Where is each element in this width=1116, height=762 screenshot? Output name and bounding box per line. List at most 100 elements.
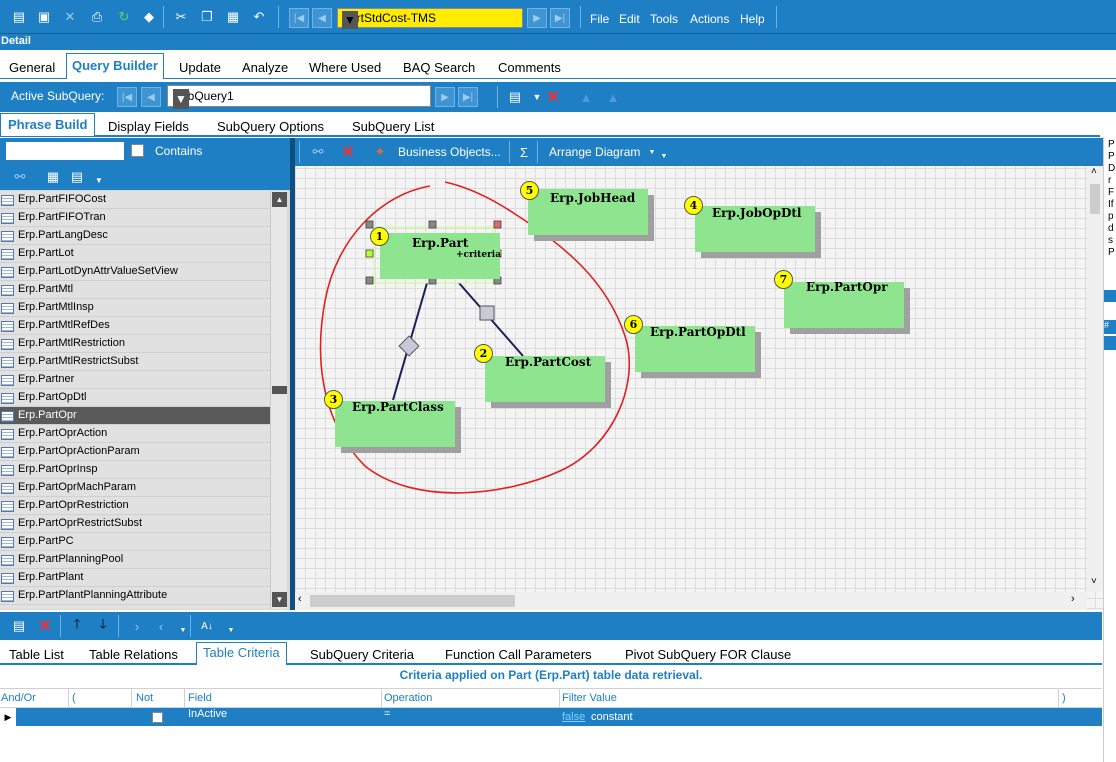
delete-criteria-icon[interactable]: ✕ bbox=[36, 617, 54, 635]
list-item[interactable]: Erp.Partner bbox=[0, 371, 270, 389]
list-item[interactable]: Erp.PartPlant bbox=[0, 569, 270, 587]
list-item[interactable]: Erp.PartOprInsp bbox=[0, 461, 270, 479]
list-item[interactable]: Erp.PartLot bbox=[0, 245, 270, 263]
tab-subquery-options[interactable]: SubQuery Options bbox=[217, 119, 324, 134]
criteria-field[interactable]: InActive bbox=[188, 708, 227, 720]
arrow-up-icon[interactable]: 🡑 bbox=[68, 616, 86, 635]
table-icon[interactable]: ▦ bbox=[44, 168, 62, 186]
criteria-value-type[interactable]: constant bbox=[591, 711, 633, 723]
scroll-thumb[interactable] bbox=[1090, 184, 1100, 214]
indent-right-icon[interactable]: › bbox=[128, 617, 146, 635]
col-field[interactable]: Field bbox=[188, 692, 212, 704]
scroll-up-icon[interactable]: ˄ bbox=[1091, 166, 1097, 177]
list-item[interactable]: Erp.PartOpr bbox=[0, 407, 270, 425]
next-record-icon[interactable]: ▶ bbox=[527, 8, 547, 28]
chevron-down-icon[interactable]: ▼ bbox=[90, 171, 108, 189]
arrange-diagram-button[interactable]: Arrange Diagram bbox=[549, 145, 640, 159]
tab-table-list[interactable]: Table List bbox=[9, 647, 64, 662]
col-close-paren[interactable]: ) bbox=[1062, 692, 1066, 704]
query-selector[interactable]: PartStdCost-TMS ▼ bbox=[337, 8, 523, 29]
join-diamond[interactable] bbox=[479, 305, 495, 321]
tab-subquery-criteria[interactable]: SubQuery Criteria bbox=[310, 647, 414, 662]
menu-actions[interactable]: Actions bbox=[690, 12, 729, 26]
menu-edit[interactable]: Edit bbox=[619, 12, 640, 26]
first-record-icon[interactable]: |◀ bbox=[289, 8, 309, 28]
indent-left-icon[interactable]: ‹ bbox=[152, 617, 170, 635]
prev-record-icon[interactable]: ◀ bbox=[312, 8, 332, 28]
list-item[interactable]: Erp.PartOprMachParam bbox=[0, 479, 270, 497]
new-criteria-icon[interactable]: ▤ bbox=[10, 617, 28, 635]
print-icon[interactable]: ⎙ bbox=[88, 8, 106, 26]
undo-icon[interactable]: ↶ bbox=[250, 8, 268, 26]
criteria-operation[interactable]: = bbox=[384, 708, 390, 720]
table-list-scrollbar[interactable]: ▲ ▼ bbox=[270, 191, 287, 609]
contains-checkbox[interactable] bbox=[131, 144, 144, 157]
scroll-down-icon[interactable]: ˅ bbox=[1091, 576, 1097, 587]
new-icon[interactable]: ▤ bbox=[10, 8, 28, 26]
copy-icon[interactable]: ❐ bbox=[198, 8, 216, 26]
tab-query-builder[interactable]: Query Builder bbox=[66, 53, 164, 79]
criteria-value-link[interactable]: false bbox=[562, 711, 585, 723]
table-row[interactable]: ▶ InActive = false constant bbox=[0, 708, 1102, 726]
scroll-thumb[interactable] bbox=[272, 386, 287, 394]
subquery-selector[interactable]: SubQuery1 ▼ bbox=[167, 85, 431, 109]
new-subquery-icon[interactable]: ▤ bbox=[506, 88, 524, 106]
menu-tools[interactable]: Tools bbox=[650, 12, 678, 26]
join-diamond[interactable] bbox=[398, 335, 420, 357]
tab-subquery-list[interactable]: SubQuery List bbox=[352, 119, 434, 134]
list-item[interactable]: Erp.PartOprRestriction bbox=[0, 497, 270, 515]
save-icon[interactable]: ▣ bbox=[35, 8, 53, 26]
sum-button[interactable]: Σ bbox=[520, 145, 528, 160]
col-open-paren[interactable]: ( bbox=[72, 692, 76, 704]
list-item[interactable]: Erp.PartOprRestrictSubst bbox=[0, 515, 270, 533]
move-down-icon[interactable]: ▲ bbox=[604, 88, 622, 106]
tab-update[interactable]: Update bbox=[179, 60, 221, 75]
list-item[interactable]: Erp.PartLangDesc bbox=[0, 227, 270, 245]
last-record-icon[interactable]: ▶| bbox=[550, 8, 570, 28]
tab-phrase-build[interactable]: Phrase Build bbox=[0, 113, 96, 136]
menu-file[interactable]: File bbox=[590, 12, 609, 26]
list-item[interactable]: Erp.PartMtl bbox=[0, 281, 270, 299]
menu-help[interactable]: Help bbox=[740, 12, 765, 26]
tab-general[interactable]: General bbox=[9, 60, 55, 75]
list-item[interactable]: Erp.PartPlanningPool bbox=[0, 551, 270, 569]
delete-icon[interactable]: ✕ bbox=[61, 8, 79, 26]
prev-subquery-icon[interactable]: ◀ bbox=[141, 87, 161, 107]
tab-baq-search[interactable]: BAQ Search bbox=[403, 60, 475, 75]
scroll-down-icon[interactable]: ▼ bbox=[272, 592, 287, 607]
tab-where-used[interactable]: Where Used bbox=[309, 60, 381, 75]
list-item[interactable]: Erp.PartMtlInsp bbox=[0, 299, 270, 317]
list-item[interactable]: Erp.PartFIFOCost bbox=[0, 191, 270, 209]
diagram-horizontal-scrollbar[interactable]: ‹ › bbox=[295, 592, 1087, 610]
list-item[interactable]: Erp.PartFIFOTran bbox=[0, 209, 270, 227]
delete-icon[interactable]: ✕ bbox=[339, 143, 357, 161]
tab-table-criteria[interactable]: Table Criteria bbox=[196, 642, 287, 665]
first-subquery-icon[interactable]: |◀ bbox=[117, 87, 137, 107]
chevron-down-icon[interactable]: ▼ bbox=[342, 11, 358, 29]
list-item[interactable]: Erp.PartOprAction bbox=[0, 425, 270, 443]
sort-az-icon[interactable]: A↓ bbox=[198, 617, 216, 635]
tab-function-call-parameters[interactable]: Function Call Parameters bbox=[445, 647, 592, 662]
delete-subquery-icon[interactable]: ✕ bbox=[544, 88, 562, 106]
diagram-vertical-scrollbar[interactable]: ˄ ˅ bbox=[1087, 166, 1103, 592]
not-checkbox[interactable] bbox=[152, 712, 163, 723]
tab-pivot-subquery[interactable]: Pivot SubQuery FOR Clause bbox=[625, 647, 791, 662]
business-objects-icon[interactable]: ✦ bbox=[371, 143, 389, 161]
move-up-icon[interactable]: ▲ bbox=[577, 88, 595, 106]
list-item[interactable]: Erp.PartLotDynAttrValueSetView bbox=[0, 263, 270, 281]
cut-icon[interactable]: ✂ bbox=[172, 8, 190, 26]
list-item[interactable]: Erp.PartMtlRefDes bbox=[0, 317, 270, 335]
table-search-input[interactable] bbox=[5, 141, 125, 161]
chevron-down-icon[interactable]: ▼ bbox=[222, 621, 240, 639]
paste-icon[interactable]: ▦ bbox=[224, 8, 242, 26]
tab-comments[interactable]: Comments bbox=[498, 60, 561, 75]
col-operation[interactable]: Operation bbox=[384, 692, 432, 704]
list-item[interactable]: Erp.PartMtlRestrictSubst bbox=[0, 353, 270, 371]
chevron-down-icon[interactable]: ▼ bbox=[655, 147, 673, 165]
list-item[interactable]: Erp.PartOpDtl bbox=[0, 389, 270, 407]
scroll-thumb[interactable] bbox=[310, 595, 515, 607]
business-objects-button[interactable]: Business Objects... bbox=[398, 145, 501, 159]
clear-icon[interactable]: ◆ bbox=[140, 8, 158, 26]
arrow-down-icon[interactable]: 🡓 bbox=[94, 616, 112, 635]
list-item[interactable]: Erp.PartPC bbox=[0, 533, 270, 551]
